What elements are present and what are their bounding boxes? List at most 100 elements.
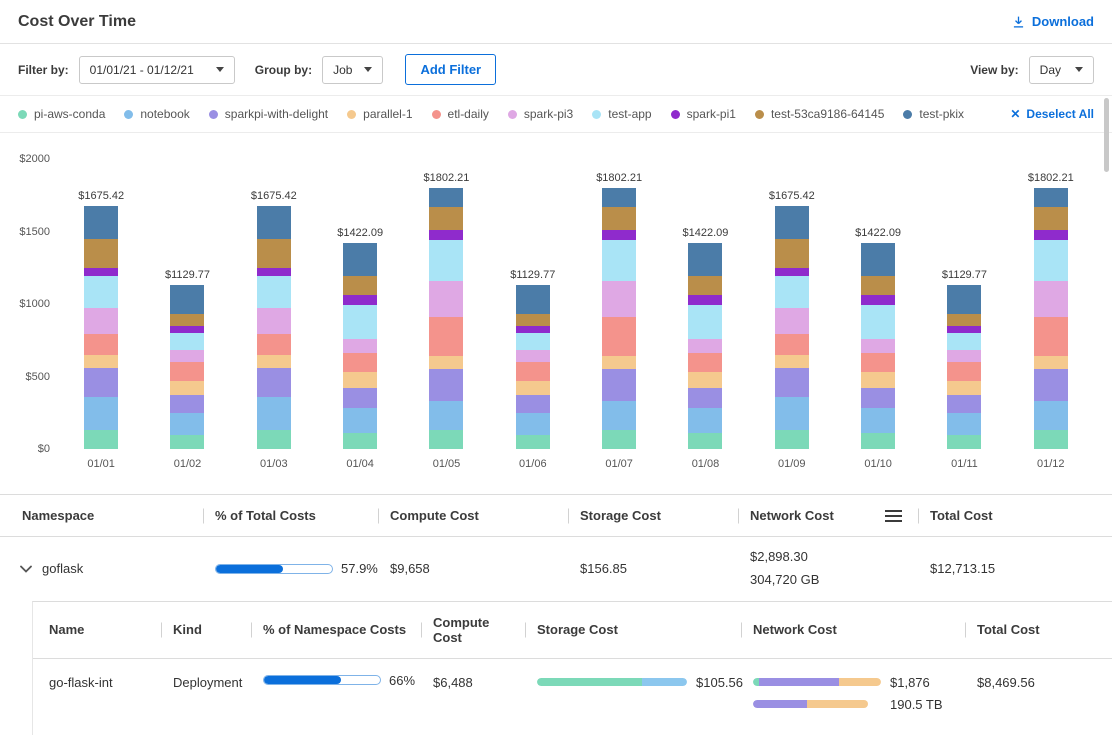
- bar-segment-pi-aws-conda[interactable]: [170, 435, 204, 450]
- bar-segment-test-app[interactable]: [688, 305, 722, 338]
- bar-segment-test-53ca9186-64145[interactable]: [429, 207, 463, 230]
- stacked-bar[interactable]: [170, 285, 204, 449]
- bar-segment-etl-daily[interactable]: [343, 353, 377, 372]
- col-namespace[interactable]: Namespace: [18, 495, 203, 536]
- bar-segment-spark-pi3[interactable]: [688, 339, 722, 354]
- bar-segment-test-pkix[interactable]: [516, 285, 550, 314]
- bar-segment-test-53ca9186-64145[interactable]: [170, 314, 204, 326]
- bar-segment-test-app[interactable]: [775, 276, 809, 308]
- bar-segment-spark-pi1[interactable]: [257, 268, 291, 277]
- bar-segment-notebook[interactable]: [516, 413, 550, 435]
- bar-segment-spark-pi3[interactable]: [1034, 281, 1068, 317]
- bar-segment-parallel-1[interactable]: [1034, 356, 1068, 369]
- bar-segment-spark-pi3[interactable]: [775, 308, 809, 334]
- scrollbar[interactable]: [1104, 98, 1109, 172]
- bar-segment-pi-aws-conda[interactable]: [688, 433, 722, 449]
- bar-segment-parallel-1[interactable]: [257, 355, 291, 368]
- bar-segment-notebook[interactable]: [1034, 401, 1068, 430]
- col-pct-total-costs[interactable]: % of Total Costs: [203, 495, 378, 536]
- bar-segment-test-pkix[interactable]: [775, 206, 809, 239]
- bar-segment-test-app[interactable]: [602, 240, 636, 281]
- legend-item-etl-daily[interactable]: etl-daily: [432, 107, 489, 121]
- bar-segment-test-pkix[interactable]: [257, 206, 291, 239]
- bar-segment-pi-aws-conda[interactable]: [861, 433, 895, 449]
- col-total-cost[interactable]: Total Cost: [965, 602, 1112, 658]
- bar-segment-pi-aws-conda[interactable]: [429, 430, 463, 449]
- stacked-bar[interactable]: [84, 206, 118, 449]
- bar-segment-test-53ca9186-64145[interactable]: [84, 239, 118, 268]
- bar-segment-test-53ca9186-64145[interactable]: [343, 276, 377, 295]
- legend-item-sparkpi-with-delight[interactable]: sparkpi-with-delight: [209, 107, 328, 121]
- bar-segment-notebook[interactable]: [861, 408, 895, 433]
- bar-segment-spark-pi3[interactable]: [516, 350, 550, 362]
- bar-segment-sparkpi-with-delight[interactable]: [861, 388, 895, 408]
- bar-segment-spark-pi1[interactable]: [1034, 230, 1068, 240]
- bar-segment-spark-pi3[interactable]: [84, 308, 118, 334]
- view-by-dropdown[interactable]: Day: [1029, 56, 1094, 84]
- stacked-bar[interactable]: [861, 243, 895, 449]
- bar-segment-test-53ca9186-64145[interactable]: [688, 276, 722, 295]
- legend-item-parallel-1[interactable]: parallel-1: [347, 107, 412, 121]
- bar-segment-parallel-1[interactable]: [343, 372, 377, 388]
- bar-segment-test-app[interactable]: [257, 276, 291, 308]
- bar-segment-test-53ca9186-64145[interactable]: [1034, 207, 1068, 230]
- bar-segment-parallel-1[interactable]: [861, 372, 895, 388]
- bar-segment-test-pkix[interactable]: [170, 285, 204, 314]
- bar-segment-test-53ca9186-64145[interactable]: [947, 314, 981, 326]
- bar-segment-spark-pi3[interactable]: [429, 281, 463, 317]
- group-by-dropdown[interactable]: Job: [322, 56, 383, 84]
- bar-segment-sparkpi-with-delight[interactable]: [429, 369, 463, 401]
- bar-segment-spark-pi1[interactable]: [343, 295, 377, 305]
- bar-segment-notebook[interactable]: [947, 413, 981, 435]
- bar-segment-sparkpi-with-delight[interactable]: [84, 368, 118, 397]
- bar-segment-test-53ca9186-64145[interactable]: [257, 239, 291, 268]
- col-network-cost[interactable]: Network Cost: [738, 495, 918, 536]
- chevron-down-icon[interactable]: [20, 565, 32, 573]
- bar-segment-etl-daily[interactable]: [775, 334, 809, 354]
- bar-segment-sparkpi-with-delight[interactable]: [775, 368, 809, 397]
- date-range-dropdown[interactable]: 01/01/21 - 01/12/21: [79, 56, 235, 84]
- bar-segment-parallel-1[interactable]: [688, 372, 722, 388]
- bar-segment-spark-pi1[interactable]: [688, 295, 722, 305]
- bar-segment-etl-daily[interactable]: [861, 353, 895, 372]
- bar-segment-pi-aws-conda[interactable]: [775, 430, 809, 449]
- legend-item-spark-pi1[interactable]: spark-pi1: [671, 107, 736, 121]
- bar-segment-pi-aws-conda[interactable]: [84, 430, 118, 449]
- bar-segment-parallel-1[interactable]: [947, 381, 981, 396]
- bar-segment-notebook[interactable]: [775, 397, 809, 430]
- bar-segment-test-53ca9186-64145[interactable]: [516, 314, 550, 326]
- bar-segment-spark-pi3[interactable]: [343, 339, 377, 354]
- bar-segment-notebook[interactable]: [170, 413, 204, 435]
- bar-segment-spark-pi1[interactable]: [602, 230, 636, 240]
- stacked-bar[interactable]: [429, 188, 463, 449]
- bar-segment-parallel-1[interactable]: [429, 356, 463, 369]
- bar-segment-etl-daily[interactable]: [602, 317, 636, 356]
- bar-segment-test-app[interactable]: [861, 305, 895, 338]
- bar-segment-pi-aws-conda[interactable]: [343, 433, 377, 449]
- bar-segment-spark-pi1[interactable]: [775, 268, 809, 277]
- deselect-all-button[interactable]: ✕ Deselect All: [1010, 107, 1094, 121]
- bar-segment-test-app[interactable]: [947, 333, 981, 350]
- bar-segment-etl-daily[interactable]: [170, 362, 204, 381]
- col-total-cost[interactable]: Total Cost: [918, 495, 1094, 536]
- col-compute-cost[interactable]: Compute Cost: [378, 495, 568, 536]
- bar-segment-test-pkix[interactable]: [429, 188, 463, 207]
- bar-segment-pi-aws-conda[interactable]: [602, 430, 636, 449]
- stacked-bar[interactable]: [775, 206, 809, 449]
- bar-segment-sparkpi-with-delight[interactable]: [257, 368, 291, 397]
- bar-segment-spark-pi3[interactable]: [861, 339, 895, 354]
- bar-segment-spark-pi1[interactable]: [861, 295, 895, 305]
- bar-segment-notebook[interactable]: [429, 401, 463, 430]
- bar-segment-parallel-1[interactable]: [84, 355, 118, 368]
- bar-segment-spark-pi3[interactable]: [602, 281, 636, 317]
- bar-segment-test-53ca9186-64145[interactable]: [861, 276, 895, 295]
- stacked-bar[interactable]: [1034, 188, 1068, 449]
- bar-segment-test-pkix[interactable]: [688, 243, 722, 277]
- stacked-bar[interactable]: [343, 243, 377, 449]
- col-compute-cost[interactable]: Compute Cost: [421, 602, 525, 658]
- legend-item-notebook[interactable]: notebook: [124, 107, 189, 121]
- namespace-expand-cell[interactable]: goflask: [18, 561, 203, 576]
- bar-segment-spark-pi3[interactable]: [170, 350, 204, 362]
- bar-segment-sparkpi-with-delight[interactable]: [1034, 369, 1068, 401]
- legend-item-spark-pi3[interactable]: spark-pi3: [508, 107, 573, 121]
